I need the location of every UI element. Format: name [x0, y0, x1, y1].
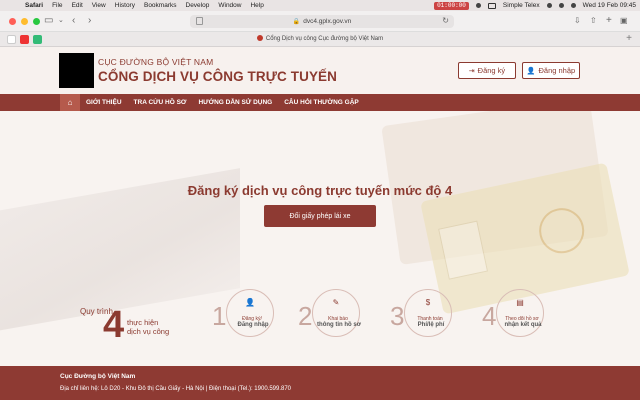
register-label: Đăng ký	[477, 66, 506, 75]
control-center-icon[interactable]	[570, 3, 576, 8]
recording-timer[interactable]: 01:00:00	[434, 1, 469, 10]
share-icon[interactable]: ⇧	[590, 15, 597, 27]
menu-history[interactable]: History	[115, 2, 135, 9]
menu-develop[interactable]: Develop	[186, 2, 210, 9]
reload-icon[interactable]: ↻	[442, 16, 449, 25]
step-sublabel: Đăng nhập	[237, 322, 269, 328]
zoom-window-icon[interactable]	[33, 18, 40, 25]
site-logo[interactable]	[59, 53, 94, 88]
page-settings-icon[interactable]	[196, 17, 203, 25]
payment-icon: $	[425, 298, 431, 307]
menu-bookmarks[interactable]: Bookmarks	[144, 2, 177, 9]
clipboard-icon: ▤	[516, 298, 524, 307]
nav-item-gioi-thieu[interactable]: GIỚI THIỆU	[86, 99, 122, 106]
main-nav: ⌂ GIỚI THIỆU TRA CỨU HỒ SƠ HƯỚNG DẪN SỬ …	[0, 94, 640, 111]
menu-app-safari[interactable]: Safari	[25, 2, 43, 9]
portal-title: CỔNG DỊCH VỤ CÔNG TRỰC TUYẾN	[98, 69, 338, 84]
org-name: CỤC ĐƯỜNG BỘ VIỆT NAM	[98, 57, 214, 67]
menubar-datetime[interactable]: Wed 19 Feb 09:45	[583, 2, 636, 9]
address-url: dvc4.gplx.gov.vn	[303, 18, 352, 25]
license-stamp	[534, 204, 589, 258]
add-tab-icon[interactable]: +	[626, 33, 632, 44]
step-number: 2	[298, 301, 313, 331]
tab-bar: Cổng Dịch vụ công Cục đường bộ Việt Nam …	[0, 32, 640, 47]
input-method-label[interactable]: Simple Telex	[503, 2, 540, 9]
register-button[interactable]: ⇥ Đăng ký	[458, 62, 516, 79]
new-tab-icon[interactable]: +	[606, 15, 612, 27]
step-circle	[496, 289, 544, 337]
process-sub-1: thực hiện	[127, 318, 159, 327]
browser-toolbar: ▭ ⌄ ‹ › 🔒 dvc4.gplx.gov.vn ↻ ⇩ ⇧ + ▣	[0, 11, 640, 32]
step-circle	[226, 289, 274, 337]
active-tab[interactable]: Cổng Dịch vụ công Cục đường bộ Việt Nam	[0, 35, 640, 42]
process-number: 4	[103, 304, 125, 346]
lock-icon: 🔒	[292, 19, 301, 25]
menu-window[interactable]: Window	[218, 2, 241, 9]
process-sub-2: dịch vụ công	[127, 327, 170, 336]
macos-menu-bar: Safari File Edit View History Bookmarks …	[0, 0, 640, 11]
nav-item-huong-dan[interactable]: HƯỚNG DẪN SỬ DỤNG	[198, 99, 272, 106]
sign-in-icon: ⇥	[468, 67, 475, 75]
window-controls	[9, 18, 40, 25]
menu-file[interactable]: File	[52, 2, 62, 9]
headphones-icon[interactable]	[475, 3, 481, 8]
hero-title: Đăng ký dịch vụ công trực tuyến mức độ 4	[187, 183, 453, 198]
step-number: 3	[390, 301, 405, 331]
sidebar-toggle-icon[interactable]: ▭	[44, 15, 53, 27]
tab-overview-icon[interactable]: ▣	[620, 15, 628, 27]
step-sublabel: thông tin hồ sơ	[317, 322, 361, 328]
footer-contact: Địa chỉ liên hệ: Lô D20 - Khu Đô thị Cầu…	[60, 386, 292, 392]
address-bar[interactable]: 🔒 dvc4.gplx.gov.vn ↻	[190, 15, 454, 28]
login-button[interactable]: 👤 Đăng nhập	[522, 62, 580, 79]
wifi-icon[interactable]	[546, 3, 552, 8]
step-circle	[312, 289, 360, 337]
tab-title-text: Cổng Dịch vụ công Cục đường bộ Việt Nam	[265, 36, 384, 42]
menu-edit[interactable]: Edit	[72, 2, 83, 9]
tab-favicon-icon	[256, 35, 263, 41]
nav-item-cau-hoi[interactable]: CÂU HỎI THƯỜNG GẶP	[284, 99, 359, 106]
step-number: 4	[482, 301, 497, 331]
step-sublabel: Phí/lệ phí	[417, 322, 445, 328]
hero-section: Đăng ký dịch vụ công trực tuyến mức độ 4…	[0, 111, 640, 366]
site-footer: Cục Đường bộ Việt Nam Địa chỉ liên hệ: L…	[0, 366, 640, 400]
menu-view[interactable]: View	[92, 2, 106, 9]
step-circle	[404, 289, 452, 337]
download-icon[interactable]: ⇩	[574, 15, 581, 27]
nav-item-tra-cuu-ho-so[interactable]: TRA CỨU HỒ SƠ	[134, 99, 187, 106]
battery-icon[interactable]	[487, 2, 496, 9]
license-photo	[438, 220, 489, 280]
user-plus-icon: 👤	[526, 67, 536, 75]
search-icon[interactable]	[558, 3, 564, 8]
step-sublabel: nhận kết quả	[504, 322, 542, 328]
chevron-down-icon[interactable]: ⌄	[58, 15, 64, 27]
process-step-2: 2 ✎ Khai báo thông tin hồ sơ	[298, 289, 378, 349]
renew-license-button[interactable]: Đổi giấy phép lái xe	[264, 205, 376, 227]
close-window-icon[interactable]	[9, 18, 16, 25]
login-label: Đăng nhập	[538, 66, 576, 75]
back-icon[interactable]: ‹	[72, 15, 75, 27]
step-number: 1	[212, 301, 227, 331]
process-step-4: 4 ▤ Theo dõi hồ sơ nhận kết quả	[482, 289, 562, 349]
edit-icon: ✎	[332, 298, 340, 307]
minimize-window-icon[interactable]	[21, 18, 28, 25]
footer-org: Cục Đường bộ Việt Nam	[60, 373, 136, 380]
process-step-3: 3 $ Thanh toán Phí/lệ phí	[390, 289, 470, 349]
site-header: CỤC ĐƯỜNG BỘ VIỆT NAM CỔNG DỊCH VỤ CÔNG …	[0, 47, 640, 94]
user-icon: 👤	[245, 298, 255, 307]
process-step-1: 1 👤 Đăng ký/ Đăng nhập	[212, 289, 292, 349]
home-icon[interactable]: ⌂	[60, 94, 80, 111]
menu-help[interactable]: Help	[250, 2, 263, 9]
forward-icon[interactable]: ›	[88, 15, 91, 27]
